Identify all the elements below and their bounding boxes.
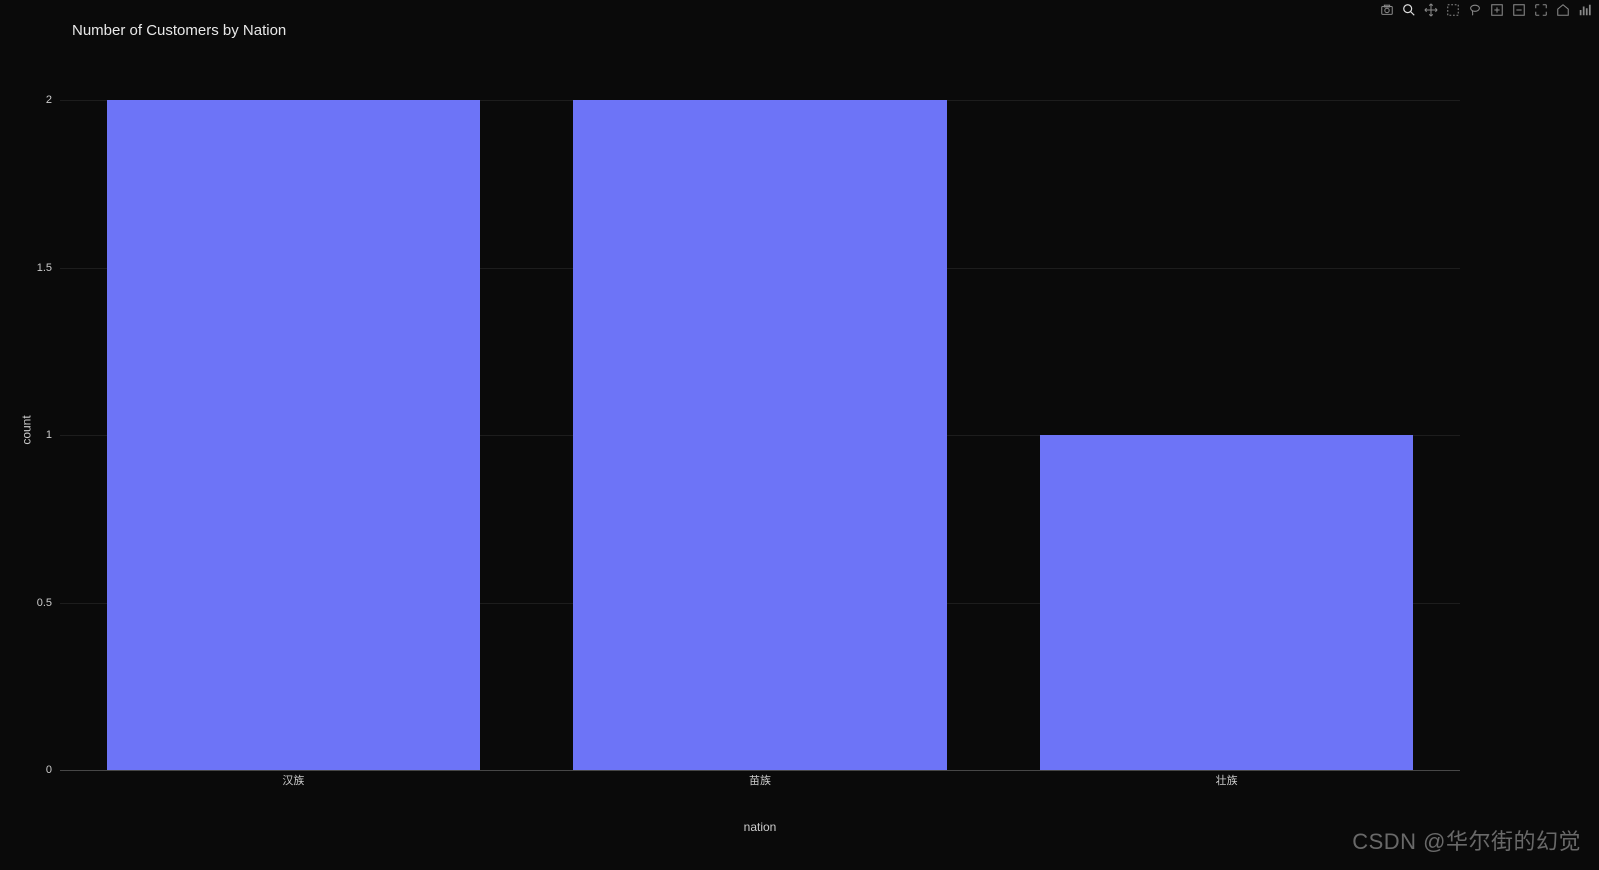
zoom-in-icon[interactable]: [1489, 2, 1505, 18]
y-tick-label: 0: [46, 764, 52, 776]
plotly-modebar: [1379, 2, 1593, 18]
plot-area[interactable]: count nation 00.511.52汉族苗族壮族: [60, 60, 1460, 800]
bar[interactable]: [573, 100, 946, 770]
x-tick-label: 壮族: [1216, 772, 1238, 788]
bar[interactable]: [107, 100, 480, 770]
box-select-icon[interactable]: [1445, 2, 1461, 18]
pan-icon[interactable]: [1423, 2, 1439, 18]
zoom-out-icon[interactable]: [1511, 2, 1527, 18]
zoom-icon[interactable]: [1401, 2, 1417, 18]
bar[interactable]: [1040, 435, 1413, 770]
watermark: CSDN @华尔街的幻觉: [1352, 824, 1581, 856]
x-axis-line: [60, 770, 1460, 771]
plotly-logo-icon[interactable]: [1577, 2, 1593, 18]
y-tick-label: 0.5: [37, 597, 52, 609]
autoscale-icon[interactable]: [1533, 2, 1549, 18]
chart-title: Number of Customers by Nation: [72, 22, 286, 39]
y-tick-label: 2: [46, 94, 52, 106]
y-tick-label: 1.5: [37, 262, 52, 274]
lasso-select-icon[interactable]: [1467, 2, 1483, 18]
y-tick-label: 1: [46, 429, 52, 441]
x-tick-label: 苗族: [749, 772, 771, 788]
x-axis-label: nation: [744, 820, 777, 834]
camera-icon[interactable]: [1379, 2, 1395, 18]
reset-axes-icon[interactable]: [1555, 2, 1571, 18]
x-tick-label: 汉族: [282, 772, 304, 788]
y-axis-label: count: [20, 415, 34, 444]
